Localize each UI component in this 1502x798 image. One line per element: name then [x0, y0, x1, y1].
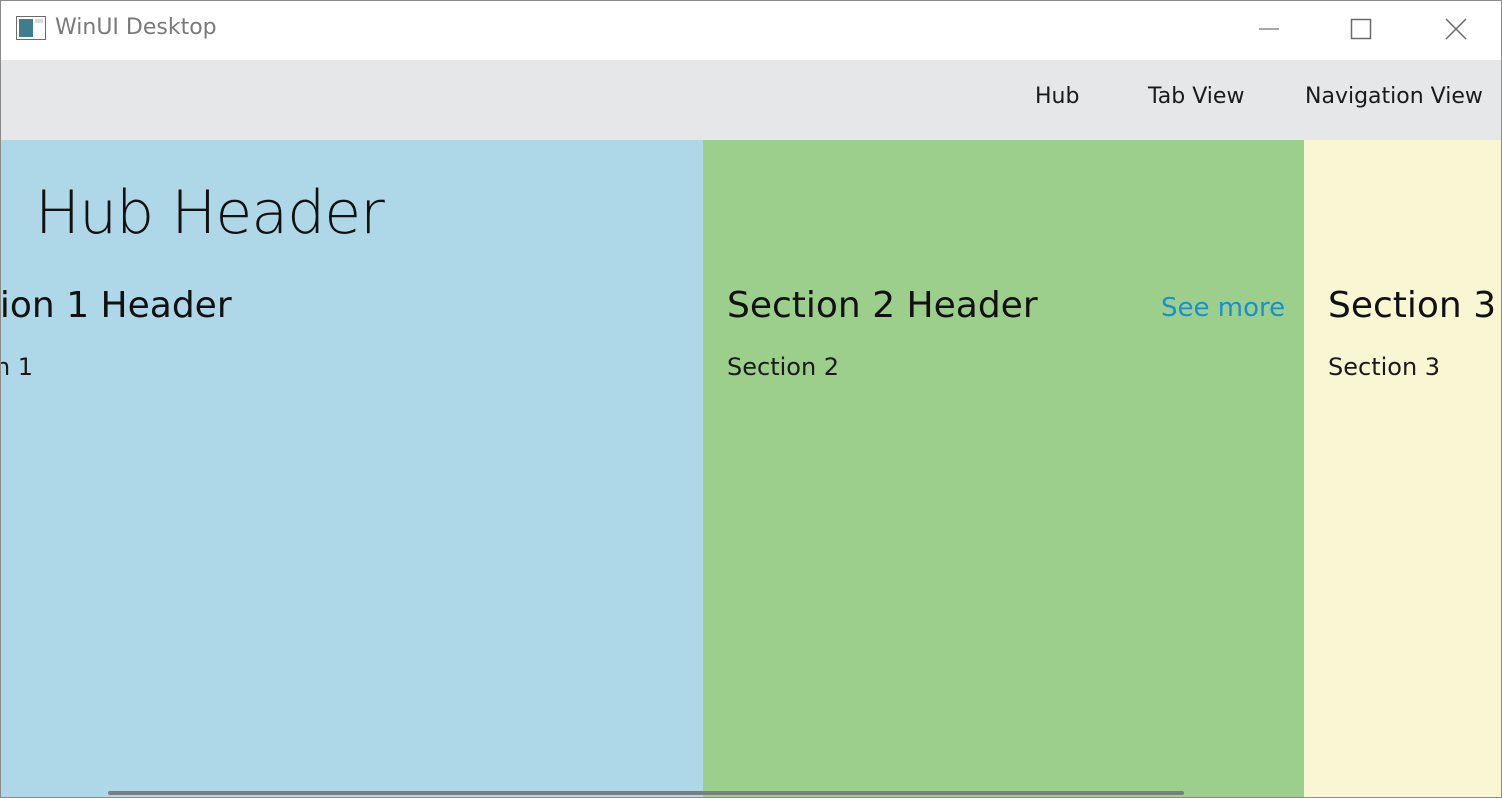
app-window: WinUI Desktop Hub Tab View Navigation Vi…: [0, 0, 1502, 798]
close-button[interactable]: [1409, 1, 1501, 60]
nav-item-hub[interactable]: Hub: [1035, 84, 1079, 109]
maximize-icon: [1350, 18, 1372, 44]
minimize-button[interactable]: [1222, 1, 1316, 60]
top-nav-bar: Hub Tab View Navigation View: [1, 60, 1501, 140]
minimize-icon: [1258, 18, 1280, 44]
section-1-content: Section 1: [1, 353, 34, 381]
window-title: WinUI Desktop: [55, 15, 217, 40]
close-icon: [1445, 17, 1467, 44]
nav-item-navigation-view[interactable]: Navigation View: [1305, 84, 1483, 109]
hub-section-3: Section 3 Header Section 3: [1304, 140, 1501, 797]
hub-section-2: Section 2 Header See more Section 2: [703, 140, 1304, 797]
section-1-header: Section 1 Header: [1, 285, 232, 326]
nav-item-tab-view[interactable]: Tab View: [1148, 84, 1244, 109]
hub-control[interactable]: Section 1 Header Section 1 Section 2 Hea…: [1, 140, 1501, 797]
section-2-content: Section 2: [727, 353, 840, 381]
horizontal-scrollbar[interactable]: [108, 791, 1184, 795]
see-more-link[interactable]: See more: [1161, 293, 1285, 323]
app-window-icon: [16, 16, 46, 40]
section-3-content: Section 3: [1328, 353, 1441, 381]
title-bar[interactable]: WinUI Desktop: [1, 1, 1501, 60]
hub-header: Hub Header: [35, 178, 385, 248]
maximize-button[interactable]: [1314, 1, 1408, 60]
section-2-header: Section 2 Header: [727, 285, 1038, 326]
section-3-header: Section 3 Header: [1328, 285, 1501, 326]
